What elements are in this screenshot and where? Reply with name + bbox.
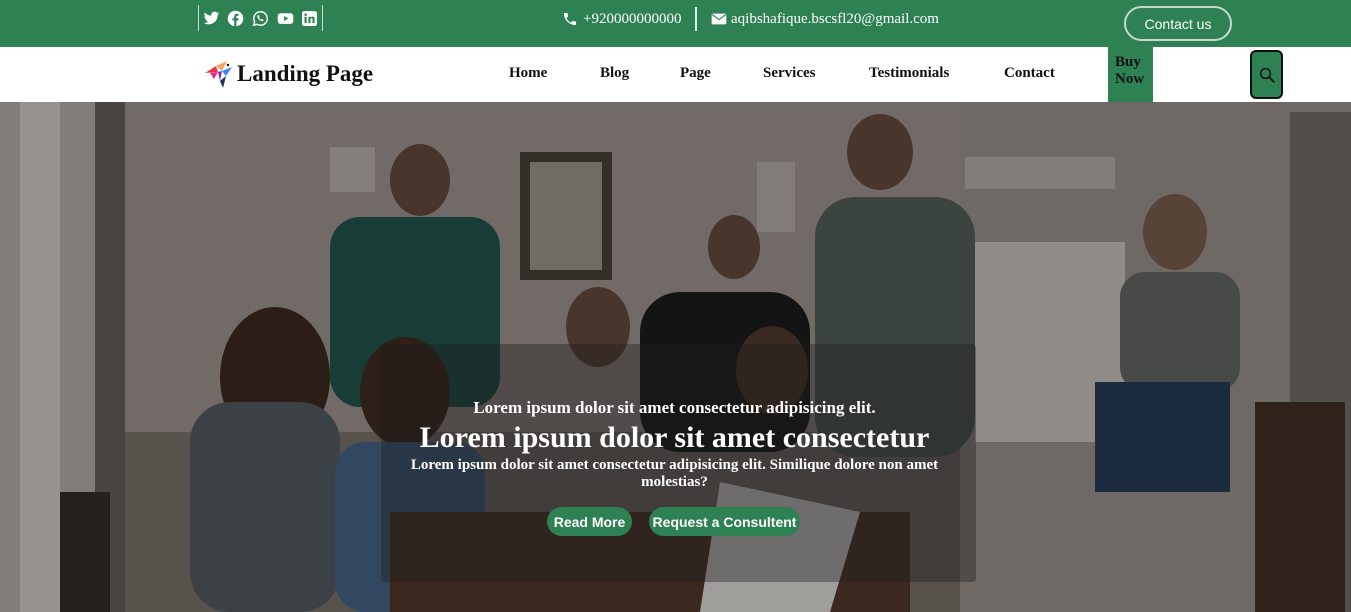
now-label: Now (1115, 71, 1145, 87)
request-consultant-button[interactable]: Request a Consultent (649, 507, 800, 536)
email-address: aqibshafique.bscsfl20@gmail.com (731, 10, 939, 27)
buy-now-button[interactable]: Buy Now (1108, 47, 1153, 102)
read-more-button[interactable]: Read More (547, 507, 632, 536)
twitter-icon[interactable] (199, 5, 224, 31)
brand-logo[interactable]: Landing Page (202, 57, 373, 91)
bird-logo-icon (205, 61, 232, 88)
phone-contact[interactable]: +920000000000 (562, 9, 681, 29)
search-icon (1259, 67, 1275, 83)
social-links (198, 5, 323, 31)
search-button[interactable] (1250, 50, 1283, 99)
youtube-icon[interactable] (273, 5, 298, 31)
hero-subtitle: Lorem ipsum dolor sit amet consectetur a… (473, 398, 876, 417)
nav-testimonials[interactable]: Testimonials (869, 65, 949, 82)
nav-contact[interactable]: Contact (1004, 65, 1055, 82)
nav-services[interactable]: Services (763, 65, 815, 82)
buy-label: Buy (1115, 54, 1141, 70)
nav-blog[interactable]: Blog (600, 65, 629, 82)
linkedin-icon[interactable] (297, 5, 322, 31)
whatsapp-icon[interactable] (248, 5, 273, 31)
hero-section: Lorem ipsum dolor sit amet consectetur a… (0, 102, 1351, 612)
hero-title: Lorem ipsum dolor sit amet consectetur (419, 421, 930, 454)
nav-home[interactable]: Home (509, 65, 547, 82)
envelope-icon (711, 13, 727, 25)
brand-name: Landing Page (237, 61, 374, 86)
hero-description: Lorem ipsum dolor sit amet consectetur a… (410, 457, 939, 490)
email-contact[interactable]: aqibshafique.bscsfl20@gmail.com (711, 9, 939, 29)
divider (695, 7, 697, 31)
phone-number: +920000000000 (583, 10, 682, 27)
facebook-icon[interactable] (224, 5, 249, 31)
navbar: Landing Page Home Blog Page Services Tes… (0, 47, 1351, 102)
nav-page[interactable]: Page (680, 65, 711, 82)
top-bar: +920000000000 aqibshafique.bscsfl20@gmai… (0, 0, 1351, 47)
phone-icon (564, 13, 576, 25)
contact-us-button[interactable]: Contact us (1124, 6, 1232, 41)
